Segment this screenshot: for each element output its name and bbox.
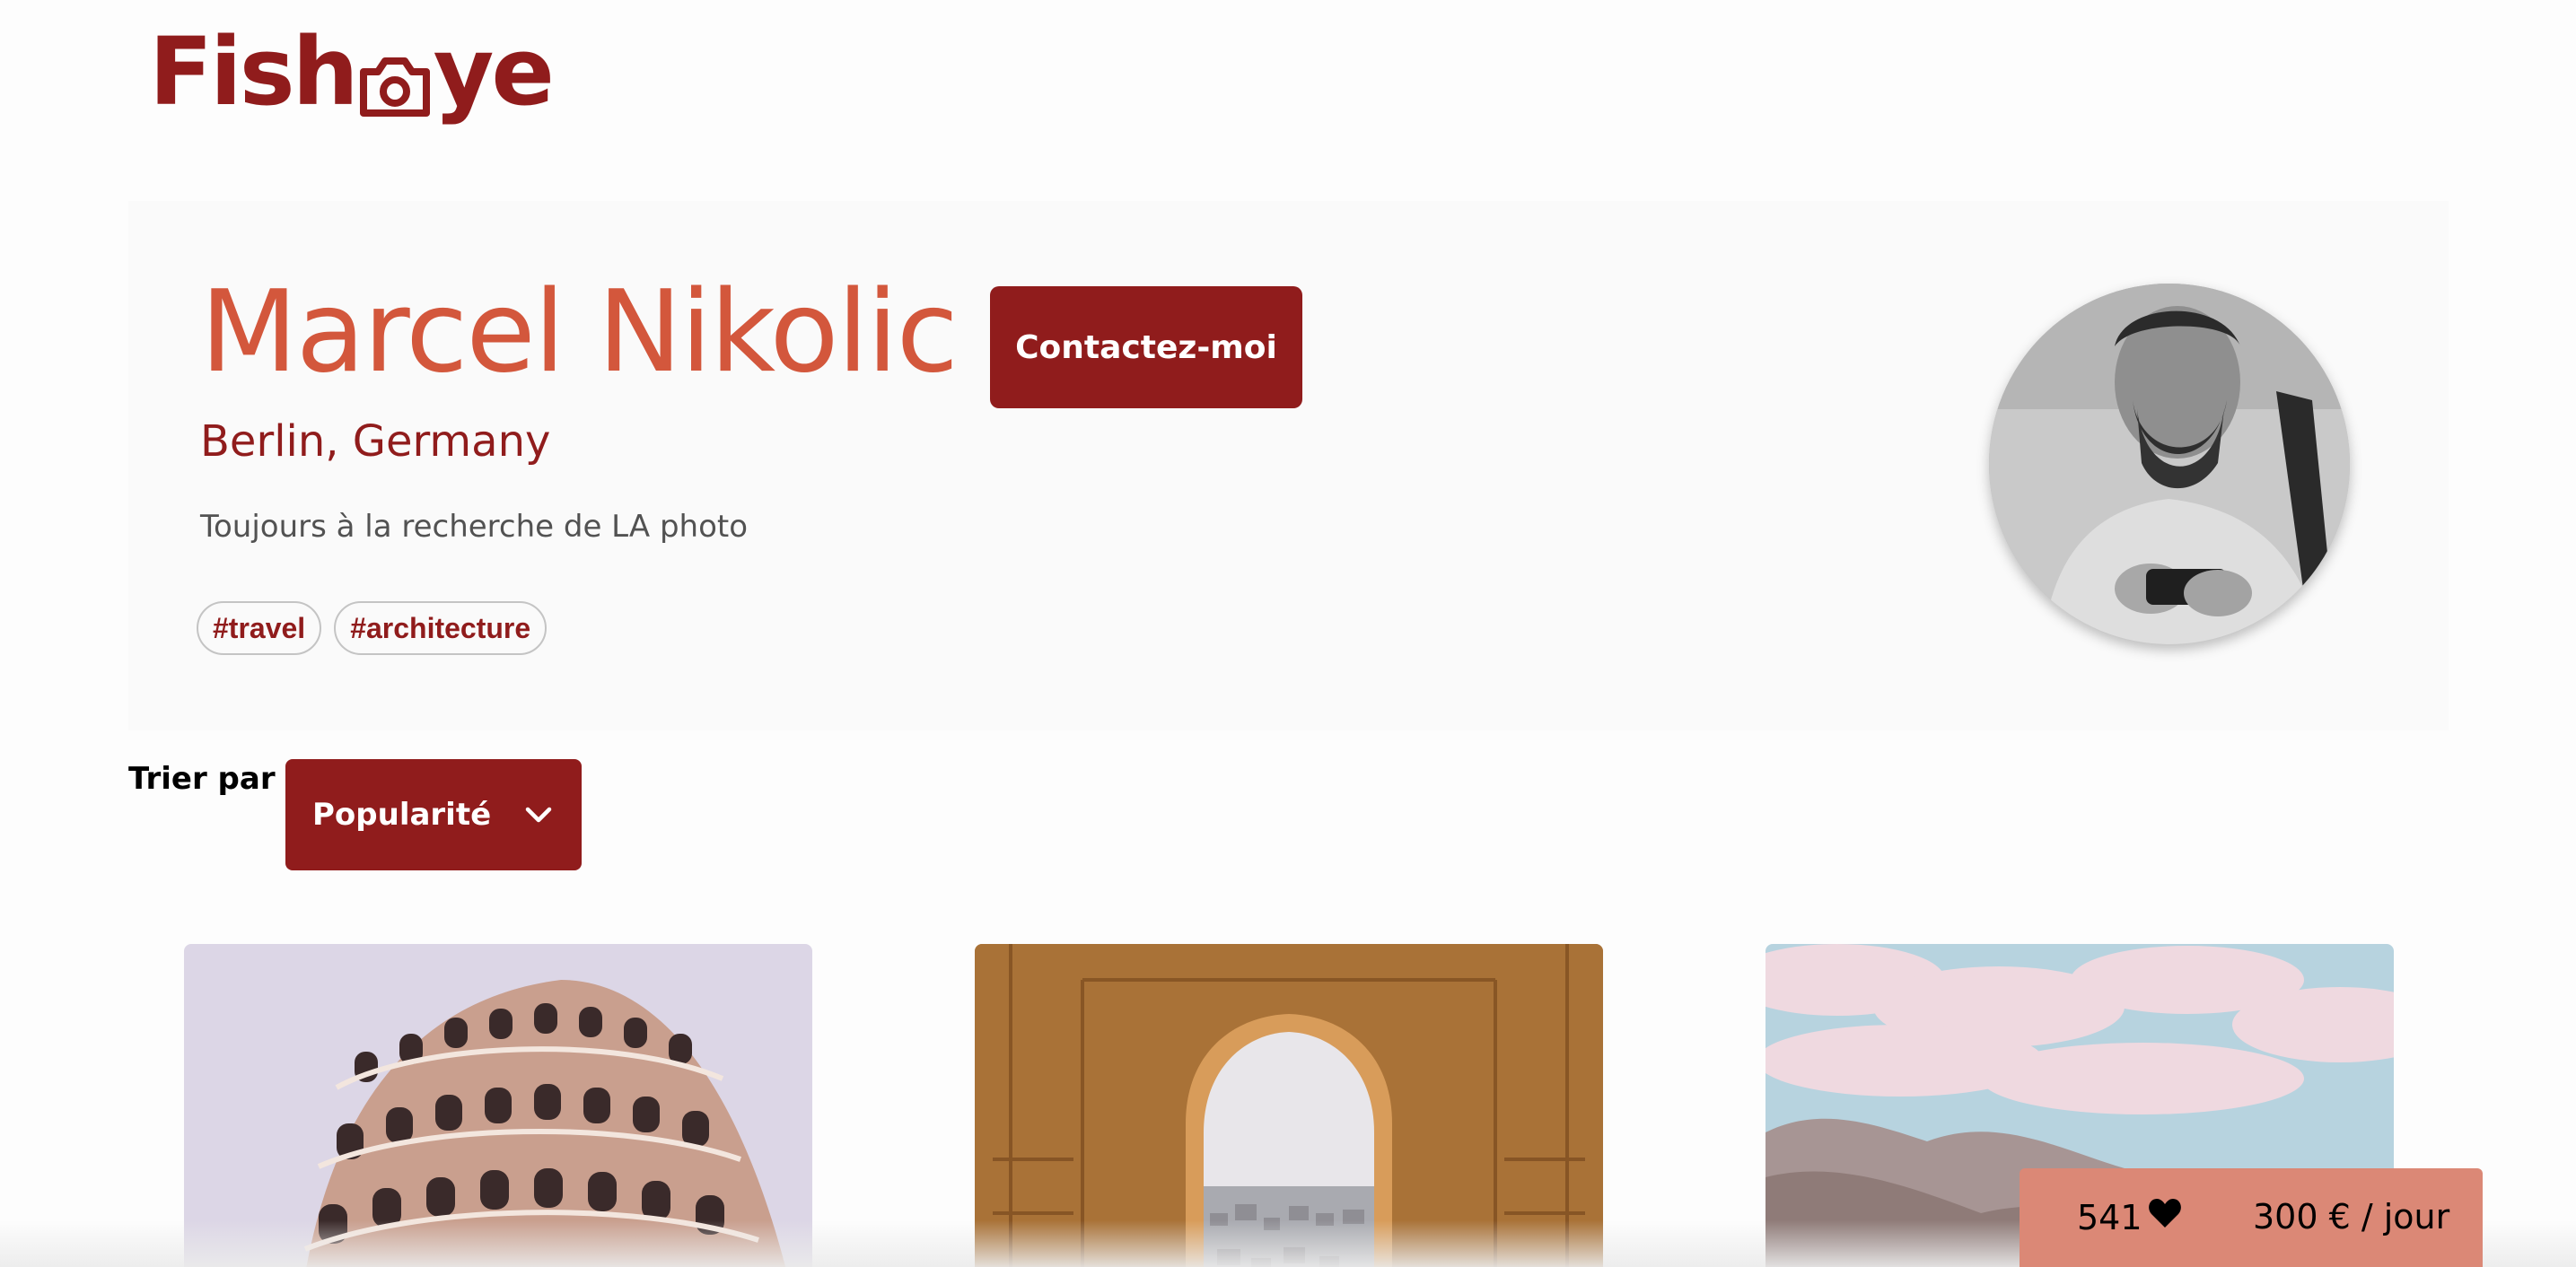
stats-widget: 541 300 € / jour xyxy=(2020,1168,2483,1267)
chevron-down-icon xyxy=(522,799,555,831)
tag-travel[interactable]: #travel xyxy=(197,601,322,655)
tag-architecture[interactable]: #architecture xyxy=(334,601,548,655)
tag-list: #travel #architecture xyxy=(197,601,548,655)
sort-label: Trier par xyxy=(128,761,276,797)
photographer-name: Marcel Nikolic xyxy=(200,266,959,398)
fisheye-logo[interactable]: Fish ye xyxy=(149,17,555,127)
logo-text-left: Fish xyxy=(149,17,359,127)
total-likes-count: 541 xyxy=(2077,1197,2142,1237)
camera-icon xyxy=(358,41,432,117)
photographer-portrait xyxy=(1989,284,2350,644)
leaning-tower-photo xyxy=(184,944,812,1267)
media-card-moorish-arch[interactable] xyxy=(975,944,1603,1267)
sort-selected-value: Popularité xyxy=(312,797,492,833)
heart-icon xyxy=(2148,1197,2182,1237)
logo-text-right: ye xyxy=(433,17,555,127)
photographer-tagline: Toujours à la recherche de LA photo xyxy=(200,509,749,545)
photographer-page: Fish ye Marcel Nikolic Contactez-moi Ber… xyxy=(0,0,2576,1267)
moorish-arch-photo xyxy=(975,944,1603,1267)
daily-price: 300 € / jour xyxy=(2253,1197,2450,1236)
media-card-leaning-tower[interactable] xyxy=(184,944,812,1267)
photographer-location: Berlin, Germany xyxy=(200,416,551,467)
contact-button[interactable]: Contactez-moi xyxy=(990,286,1302,408)
sort-dropdown[interactable]: Popularité xyxy=(285,759,582,870)
total-likes: 541 xyxy=(2077,1197,2182,1237)
photographer-header: Marcel Nikolic Contactez-moi Berlin, Ger… xyxy=(128,201,2449,730)
